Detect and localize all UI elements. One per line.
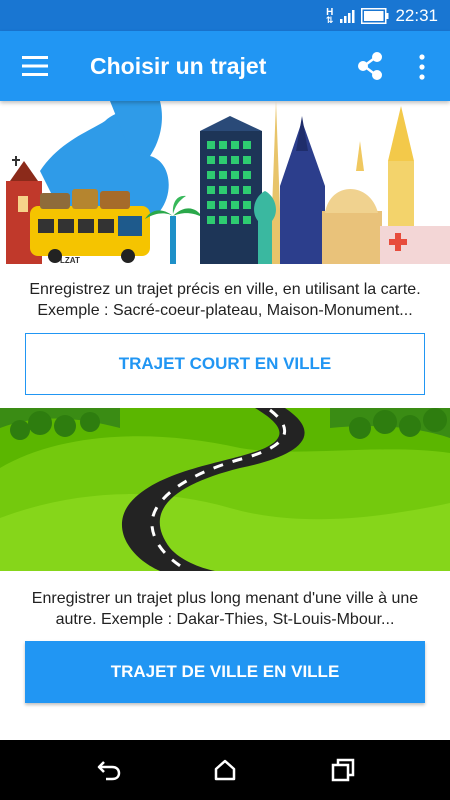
back-icon[interactable] xyxy=(96,758,122,782)
road-illustration xyxy=(0,408,450,571)
city-trip-description: Enregistrez un trajet précis en ville, e… xyxy=(29,281,421,319)
menu-icon[interactable] xyxy=(22,55,48,77)
short-city-trip-button[interactable]: TRAJET COURT EN VILLE xyxy=(25,333,425,395)
page-title: Choisir un trajet xyxy=(90,53,267,79)
status-icons: H ⇅ 22:31 xyxy=(326,5,438,27)
battery-icon xyxy=(361,8,389,24)
share-icon[interactable] xyxy=(356,51,384,81)
intercity-trip-description: Enregistrer un trajet plus long menant d… xyxy=(31,590,419,628)
city-illustration: LZAT xyxy=(0,101,450,264)
recents-icon[interactable] xyxy=(330,758,356,782)
intercity-trip-button[interactable]: TRAJET DE VILLE EN VILLE xyxy=(25,641,425,703)
status-bar: H ⇅ 22:31 xyxy=(0,0,450,31)
city-illustration-art: LZAT xyxy=(6,101,450,264)
status-time: 22:31 xyxy=(395,6,438,25)
network-type-indicator: H ⇅ xyxy=(325,7,334,25)
bus-sign-text: LZAT xyxy=(60,256,80,264)
app-bar: Choisir un trajet xyxy=(0,31,450,101)
road-illustration-art xyxy=(0,408,450,571)
home-icon[interactable] xyxy=(212,758,238,782)
signal-icon xyxy=(340,10,355,23)
system-nav-bar xyxy=(0,740,450,800)
more-vert-icon[interactable] xyxy=(412,53,432,81)
